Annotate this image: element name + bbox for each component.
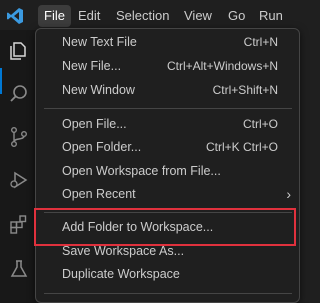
menu-bar: File Edit Selection View Go Run	[0, 0, 300, 30]
menu-selection[interactable]: Selection	[110, 5, 175, 27]
menu-item-label: Open Folder...	[62, 140, 142, 154]
menu-item-shortcut: Ctrl+O	[242, 117, 278, 131]
files-icon[interactable]	[8, 40, 30, 62]
menu-item-open-workspace-from-file[interactable]: Open Workspace from File...	[36, 160, 300, 182]
run-debug-icon[interactable]	[8, 169, 30, 191]
menu-item-label: Duplicate Workspace	[62, 267, 180, 281]
menu-item-label: Open Workspace from File...	[62, 164, 221, 178]
menu-item-new-file[interactable]: New File... Ctrl+Alt+Windows+N	[36, 55, 300, 77]
menu-file[interactable]: File	[38, 5, 71, 27]
menu-item-label: New Text File	[62, 35, 137, 49]
menu-item-open-file[interactable]: Open File... Ctrl+O	[36, 113, 300, 135]
menu-edit[interactable]: Edit	[72, 5, 106, 27]
active-indicator	[0, 68, 2, 94]
menu-go[interactable]: Go	[222, 5, 251, 27]
menu-item-label: Open File...	[62, 117, 127, 131]
menu-item-new-window[interactable]: New Window Ctrl+Shift+N	[36, 79, 300, 101]
menu-item-shortcut: Ctrl+N	[243, 35, 278, 49]
activity-bar	[0, 30, 36, 303]
menu-item-duplicate-workspace[interactable]: Duplicate Workspace	[36, 263, 300, 285]
vscode-window: File Edit Selection View Go Run New Text…	[0, 0, 300, 303]
menu-item-label: New File...	[62, 59, 122, 73]
menu-view[interactable]: View	[178, 5, 218, 27]
highlight-annotation	[34, 208, 296, 246]
vscode-logo-icon	[7, 8, 23, 24]
menu-item-label: New Window	[62, 83, 135, 97]
chevron-right-icon: ›	[286, 186, 291, 202]
extensions-icon[interactable]	[8, 213, 30, 235]
menu-run[interactable]: Run	[253, 5, 289, 27]
menu-item-shortcut: Ctrl+K Ctrl+O	[205, 140, 278, 154]
menu-item-shortcut: Ctrl+Alt+Windows+N	[166, 59, 278, 73]
search-icon[interactable]	[8, 83, 30, 105]
file-menu-dropdown: New Text File Ctrl+N New File... Ctrl+Al…	[35, 28, 300, 303]
menu-separator	[44, 293, 292, 294]
menu-item-shortcut: Ctrl+Shift+N	[212, 83, 278, 97]
menu-item-new-text-file[interactable]: New Text File Ctrl+N	[36, 31, 300, 53]
menu-item-open-folder[interactable]: Open Folder... Ctrl+K Ctrl+O	[36, 136, 300, 158]
menu-item-open-recent[interactable]: Open Recent ›	[36, 183, 300, 205]
menu-separator	[44, 108, 292, 109]
source-control-icon[interactable]	[8, 126, 30, 148]
testing-icon[interactable]	[8, 258, 30, 280]
menu-item-label: Open Recent	[62, 187, 136, 201]
